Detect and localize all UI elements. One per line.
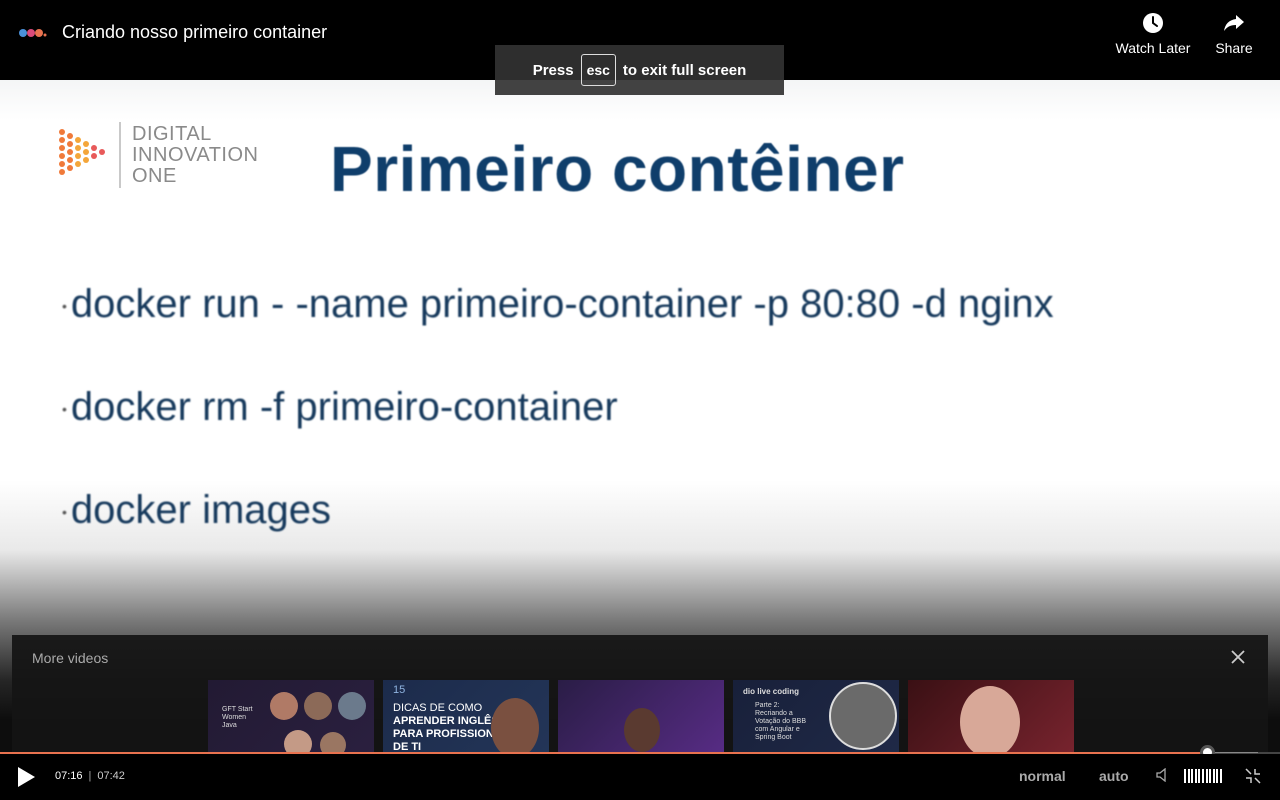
dio-logo-icon [59, 129, 105, 175]
thumbnail-face [270, 692, 298, 720]
logo-divider [119, 122, 121, 188]
logo-line-2: INNOVATION [132, 144, 259, 166]
thumbnail-brand: dio live coding [743, 687, 800, 696]
play-icon[interactable] [16, 766, 36, 788]
bullet-text: docker run - -name primeiro-container -p… [70, 282, 1054, 326]
speed-button[interactable]: normal [1019, 768, 1066, 784]
logo-line-3: ONE [132, 165, 177, 187]
bullet-text: docker images [70, 488, 332, 532]
duration: 07:42 [97, 770, 125, 782]
volume-bar [1205, 769, 1208, 783]
thumbnail-line-1: DICAS DE COMO [393, 702, 483, 714]
watch-later-label: Watch Later [1115, 40, 1191, 56]
esc-key-badge: esc [580, 54, 616, 86]
current-time: 07:16 [55, 770, 83, 782]
share-button[interactable]: Share [1210, 12, 1258, 56]
volume-bar [1209, 769, 1212, 783]
thumbnail-face [829, 682, 897, 750]
thumbnail-number: 15 [393, 684, 406, 696]
thumbnail-face [960, 686, 1020, 758]
volume-track[interactable] [1214, 752, 1258, 753]
clock-icon [1143, 13, 1163, 33]
share-label: Share [1215, 40, 1253, 56]
volume-bar [1212, 769, 1215, 783]
thumbnail-face [624, 708, 660, 752]
volume-bar [1194, 769, 1197, 783]
volume-bar [1202, 769, 1204, 783]
dio-logo-text: DIGITAL INNOVATION ONE [132, 124, 258, 187]
player-controls: 07:16 | 07:42 normal auto [0, 754, 1280, 800]
hint-press: Press [532, 61, 574, 79]
bullet-text: docker rm -f primeiro-container [70, 385, 618, 429]
volume-bar [1216, 769, 1219, 783]
slide-title: Primeiro contêiner [330, 133, 905, 205]
volume-bar [1198, 769, 1201, 783]
volume-icon[interactable] [1156, 768, 1172, 782]
video-title[interactable]: Criando nosso primeiro container [62, 22, 327, 43]
more-videos-heading: More videos [32, 650, 109, 666]
slide-bullet: • docker rm -f primeiro-container [62, 385, 618, 429]
watch-later-button[interactable]: Watch Later [1112, 12, 1194, 56]
close-icon [1231, 650, 1245, 664]
time-separator: | [88, 770, 92, 782]
exit-fullscreen-icon[interactable] [1245, 768, 1261, 784]
hint-rest: to exit full screen [622, 61, 747, 79]
volume-bar [1187, 769, 1190, 783]
fullscreen-hint: Press esc to exit full screen [495, 45, 784, 95]
thumbnail-face [491, 698, 539, 758]
thumbnail-caption: GFT Start Women Java [222, 706, 253, 729]
volume-bar [1220, 769, 1222, 783]
thumbnail-caption: Parte 2: Recriando a Votação do BBB com … [755, 702, 806, 741]
thumbnail-face [338, 692, 366, 720]
logo-line-1: DIGITAL [132, 123, 212, 145]
time-display: 07:16 | 07:42 [55, 770, 125, 782]
volume-bars[interactable] [1184, 769, 1224, 783]
volume-bar [1191, 769, 1194, 783]
thumbnail-face [304, 692, 332, 720]
quality-button[interactable]: auto [1099, 768, 1129, 784]
thumbnail-line-2: APRENDER INGLÊS [393, 715, 499, 727]
share-arrow-icon [1224, 15, 1244, 31]
slide-bullet: • docker run - -name primeiro-container -… [62, 282, 1054, 326]
dio-brand-icon[interactable] [18, 24, 48, 42]
volume-bar [1184, 769, 1186, 783]
slide-bullet: • docker images [62, 488, 332, 532]
close-more-videos-button[interactable] [1224, 645, 1252, 669]
